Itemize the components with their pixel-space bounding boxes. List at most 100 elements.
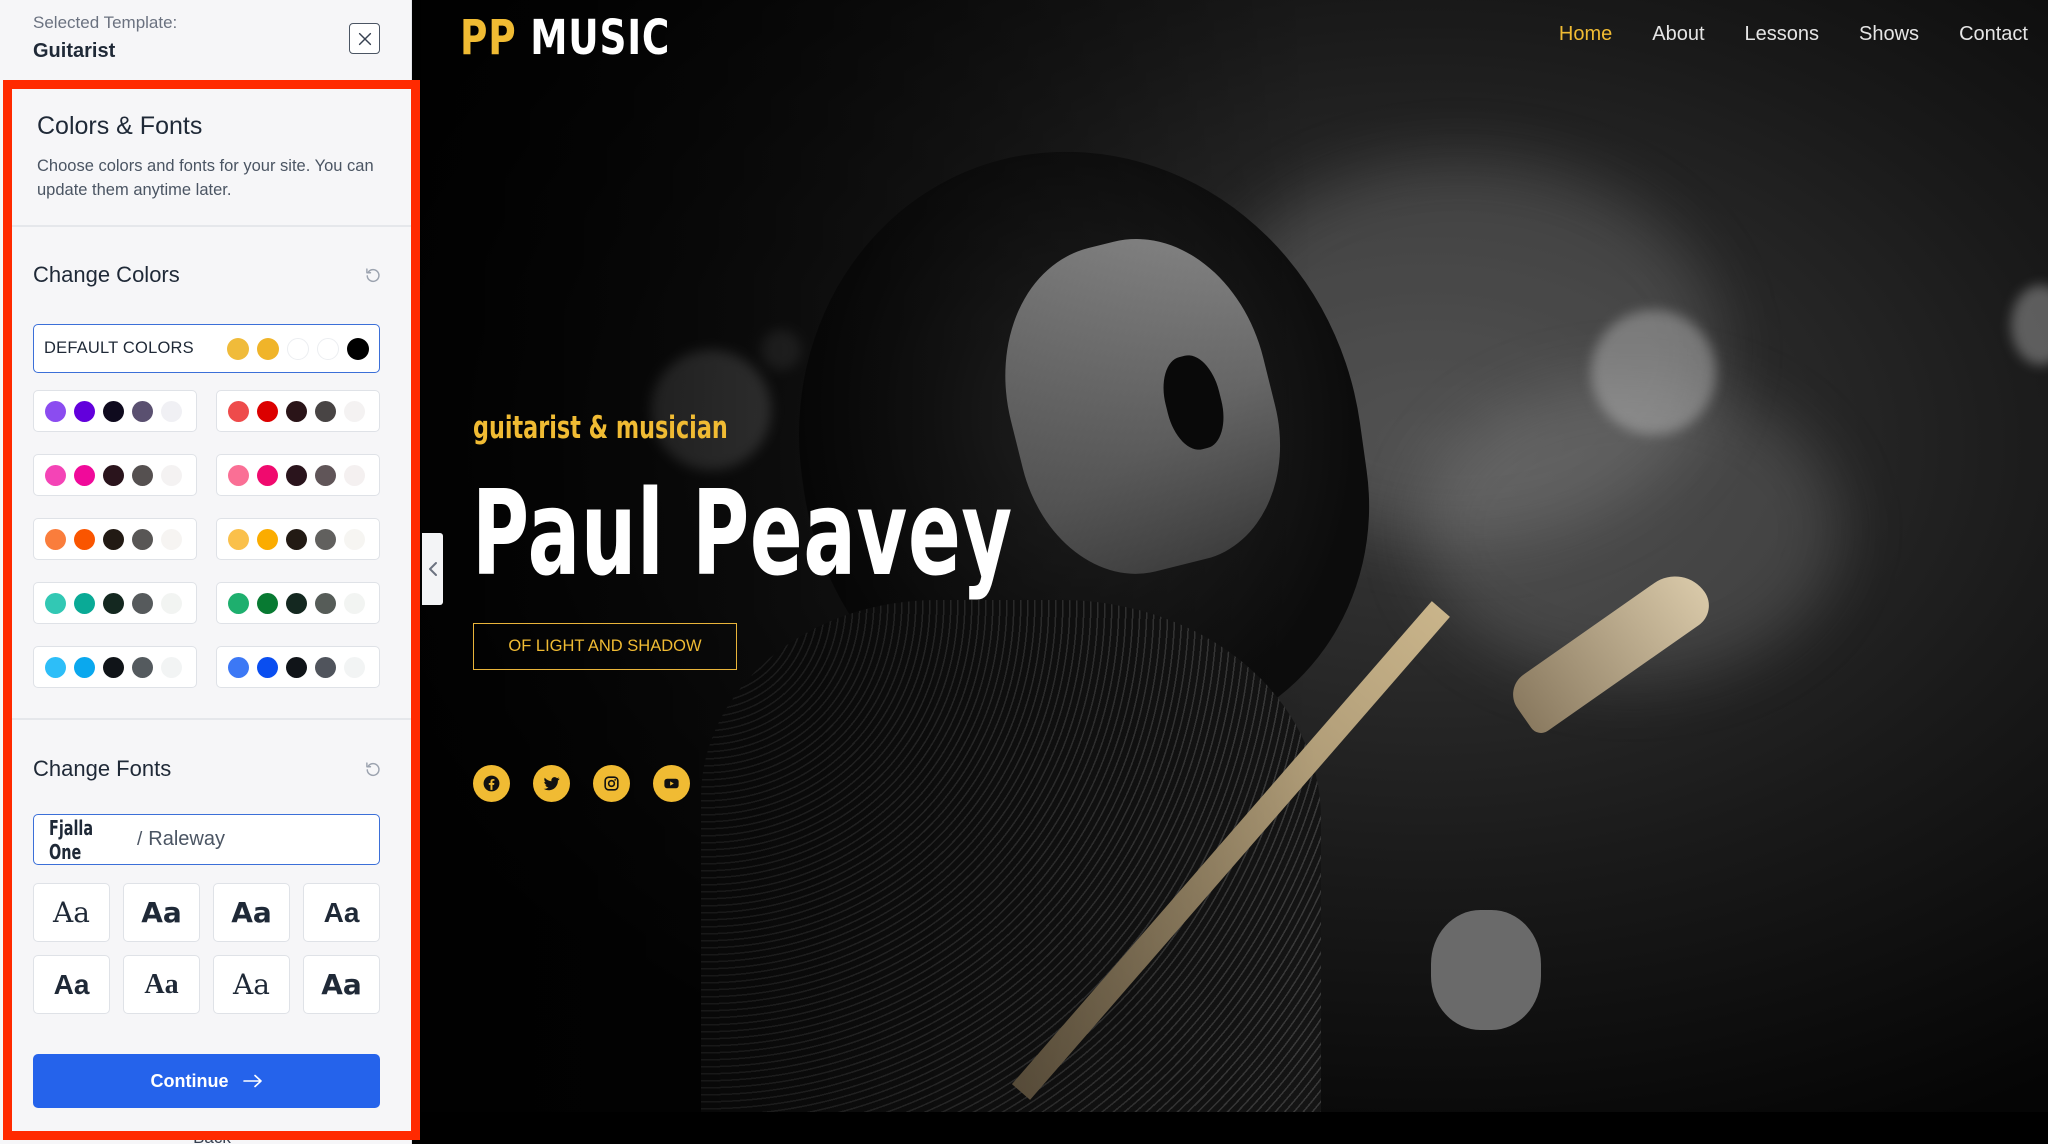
- color-dot: [315, 528, 336, 550]
- divider: [12, 225, 411, 227]
- color-dot: [286, 528, 307, 550]
- color-dot: [257, 464, 278, 486]
- color-dot: [315, 400, 336, 422]
- continue-label: Continue: [150, 1070, 229, 1091]
- reset-colors-icon[interactable]: [364, 266, 382, 284]
- chevron-left-icon: [428, 562, 437, 576]
- nav-about[interactable]: About: [1632, 20, 1724, 48]
- color-dot: [347, 337, 369, 360]
- color-dot: [257, 592, 278, 614]
- color-dot: [228, 592, 249, 614]
- color-dot: [103, 592, 124, 614]
- font-pair-option[interactable]: Aa: [213, 955, 290, 1014]
- color-dot: [132, 656, 153, 678]
- color-dot: [228, 656, 249, 678]
- color-palette-option[interactable]: [33, 518, 197, 560]
- nav-lessons[interactable]: Lessons: [1725, 20, 1840, 48]
- instagram-icon: [604, 776, 619, 791]
- change-fonts-title: Change Fonts: [33, 756, 172, 781]
- reset-fonts-icon[interactable]: [364, 760, 382, 778]
- color-dot: [287, 337, 309, 360]
- continue-button[interactable]: Continue: [33, 1054, 380, 1108]
- facebook-icon: [483, 775, 500, 792]
- facebook-link[interactable]: [473, 765, 510, 802]
- color-palette-option[interactable]: [33, 582, 197, 624]
- color-palette-grid: [33, 390, 380, 688]
- youtube-link[interactable]: [653, 765, 690, 802]
- color-dot: [132, 400, 153, 422]
- font-pair-option[interactable]: Aa: [33, 883, 110, 942]
- font-pair-select[interactable]: Fjalla One / Raleway: [33, 814, 380, 865]
- collapse-sidebar-button[interactable]: [422, 533, 443, 605]
- nav-contact[interactable]: Contact: [1939, 20, 2048, 48]
- color-dot: [317, 337, 339, 360]
- social-links: [473, 765, 690, 802]
- color-dot: [344, 528, 365, 550]
- arrow-right-icon: [242, 1074, 262, 1088]
- color-dot: [161, 528, 182, 550]
- youtube-icon: [664, 778, 679, 789]
- instagram-link[interactable]: [593, 765, 630, 802]
- divider: [12, 718, 411, 720]
- panel-description: Choose colors and fonts for your site. Y…: [37, 157, 374, 199]
- default-color-swatches: [227, 337, 379, 360]
- font-separator: /: [137, 828, 143, 850]
- color-palette-option[interactable]: [216, 646, 380, 688]
- color-palette-option[interactable]: [216, 518, 380, 560]
- font-pair-option[interactable]: Aa: [123, 883, 200, 942]
- color-palette-option[interactable]: [33, 646, 197, 688]
- color-dot: [227, 337, 249, 360]
- color-dot: [103, 464, 124, 486]
- color-dot: [74, 592, 95, 614]
- hero-tagline: guitarist & musician: [473, 410, 728, 446]
- color-dot: [315, 592, 336, 614]
- color-dot: [228, 528, 249, 550]
- color-dot: [132, 528, 153, 550]
- close-button[interactable]: [349, 23, 380, 54]
- color-dot: [228, 400, 249, 422]
- color-palette-option[interactable]: [33, 454, 197, 496]
- color-palette-option[interactable]: [33, 390, 197, 432]
- color-dot: [286, 592, 307, 614]
- primary-font-name: Fjalla One: [49, 815, 94, 864]
- color-dot: [161, 592, 182, 614]
- site-nav: Home About Lessons Shows Contact: [1539, 20, 2048, 48]
- color-dot: [257, 656, 278, 678]
- logo-pp: PP: [460, 10, 517, 66]
- color-dot: [103, 400, 124, 422]
- color-dot: [257, 337, 279, 360]
- logo-music: MUSIC: [530, 10, 671, 66]
- selected-template-name: Guitarist: [33, 40, 116, 62]
- default-colors-option[interactable]: DEFAULT COLORS: [33, 324, 380, 373]
- color-dot: [74, 656, 95, 678]
- color-dot: [45, 400, 66, 422]
- color-dot: [344, 464, 365, 486]
- twitter-link[interactable]: [533, 765, 570, 802]
- color-dot: [74, 400, 95, 422]
- twitter-icon: [543, 777, 560, 791]
- color-dot: [286, 464, 307, 486]
- nav-shows[interactable]: Shows: [1839, 20, 1939, 48]
- color-palette-option[interactable]: [216, 454, 380, 496]
- font-pair-option[interactable]: Aa: [213, 883, 290, 942]
- nav-home[interactable]: Home: [1539, 20, 1632, 48]
- site-logo[interactable]: PP MUSIC: [460, 10, 670, 66]
- hero-title: Paul Peavey: [472, 464, 1013, 602]
- change-colors-title: Change Colors: [33, 262, 180, 287]
- color-dot: [103, 528, 124, 550]
- color-dot: [74, 528, 95, 550]
- back-link[interactable]: Back: [12, 1128, 411, 1144]
- font-pair-option[interactable]: Aa: [33, 955, 110, 1014]
- font-pair-grid: Aa Aa Aa Aa Aa Aa Aa Aa: [33, 883, 380, 1014]
- panel-title: Colors & Fonts: [37, 112, 203, 140]
- font-pair-option[interactable]: Aa: [123, 955, 200, 1014]
- color-dot: [103, 656, 124, 678]
- color-dot: [161, 656, 182, 678]
- font-pair-option[interactable]: Aa: [303, 955, 380, 1014]
- color-dot: [45, 656, 66, 678]
- customizer-sidebar: Selected Template: Guitarist Colors & Fo…: [0, 0, 412, 1144]
- color-palette-option[interactable]: [216, 582, 380, 624]
- color-palette-option[interactable]: [216, 390, 380, 432]
- font-pair-option[interactable]: Aa: [303, 883, 380, 942]
- hero-cta-button[interactable]: OF LIGHT AND SHADOW: [473, 623, 737, 670]
